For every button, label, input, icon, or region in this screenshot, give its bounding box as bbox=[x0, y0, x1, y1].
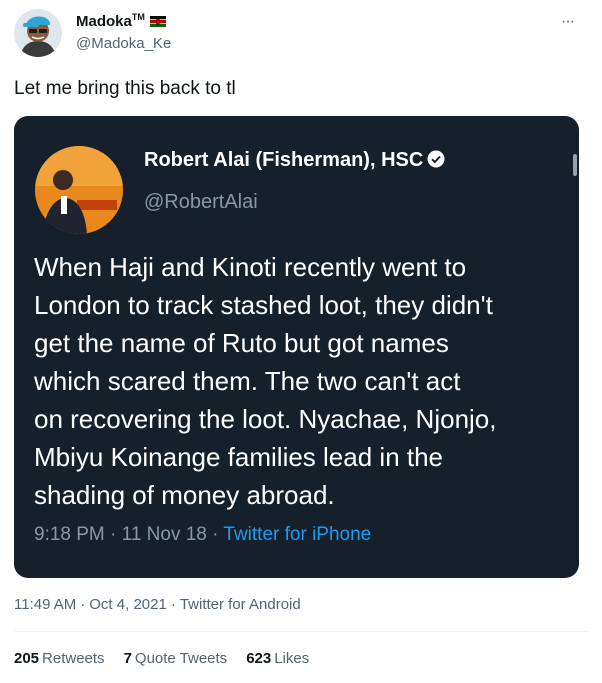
embedded-author-avatar bbox=[35, 146, 123, 234]
kenya-flag-icon bbox=[150, 16, 167, 27]
embedded-tweet-text: When Haji and Kinoti recently went to Lo… bbox=[34, 252, 497, 510]
tweet-text: Let me bring this back to tl bbox=[14, 78, 236, 99]
engagement-stats: 205 Retweets 7 Quote Tweets 623 Likes bbox=[14, 650, 309, 667]
cropped-menu-edge bbox=[573, 154, 577, 176]
embedded-author-name: Robert Alai (Fisherman), HSC bbox=[144, 149, 445, 172]
cartoon-avatar-icon bbox=[14, 9, 62, 57]
divider bbox=[14, 631, 588, 632]
tweet-timestamp: 11:49 AM · Oct 4, 2021 · Twitter for Android bbox=[14, 596, 301, 613]
embedded-author-handle: @RobertAlai bbox=[144, 191, 258, 213]
author-avatar[interactable] bbox=[14, 9, 62, 57]
more-options-icon[interactable]: ··· bbox=[561, 13, 575, 31]
tweet-time[interactable]: 11:49 AM bbox=[14, 596, 76, 613]
tweet-source: Twitter for Android bbox=[179, 596, 301, 613]
tweet-date[interactable]: Oct 4, 2021 bbox=[89, 596, 167, 613]
author-handle[interactable]: @Madoka_Ke bbox=[76, 35, 171, 52]
embedded-tweet-meta: 9:18 PM · 11 Nov 18 · Twitter for iPhone bbox=[34, 524, 372, 545]
embedded-tweet-image[interactable]: Robert Alai (Fisherman), HSC @RobertAlai… bbox=[14, 116, 579, 578]
retweets-stat[interactable]: 205 Retweets bbox=[14, 650, 105, 667]
author-display-name[interactable]: MadokaTM bbox=[76, 12, 167, 30]
likes-stat[interactable]: 623 Likes bbox=[246, 650, 309, 667]
quote-tweets-stat[interactable]: 7 Quote Tweets bbox=[124, 650, 228, 667]
verified-badge-icon bbox=[427, 150, 445, 168]
